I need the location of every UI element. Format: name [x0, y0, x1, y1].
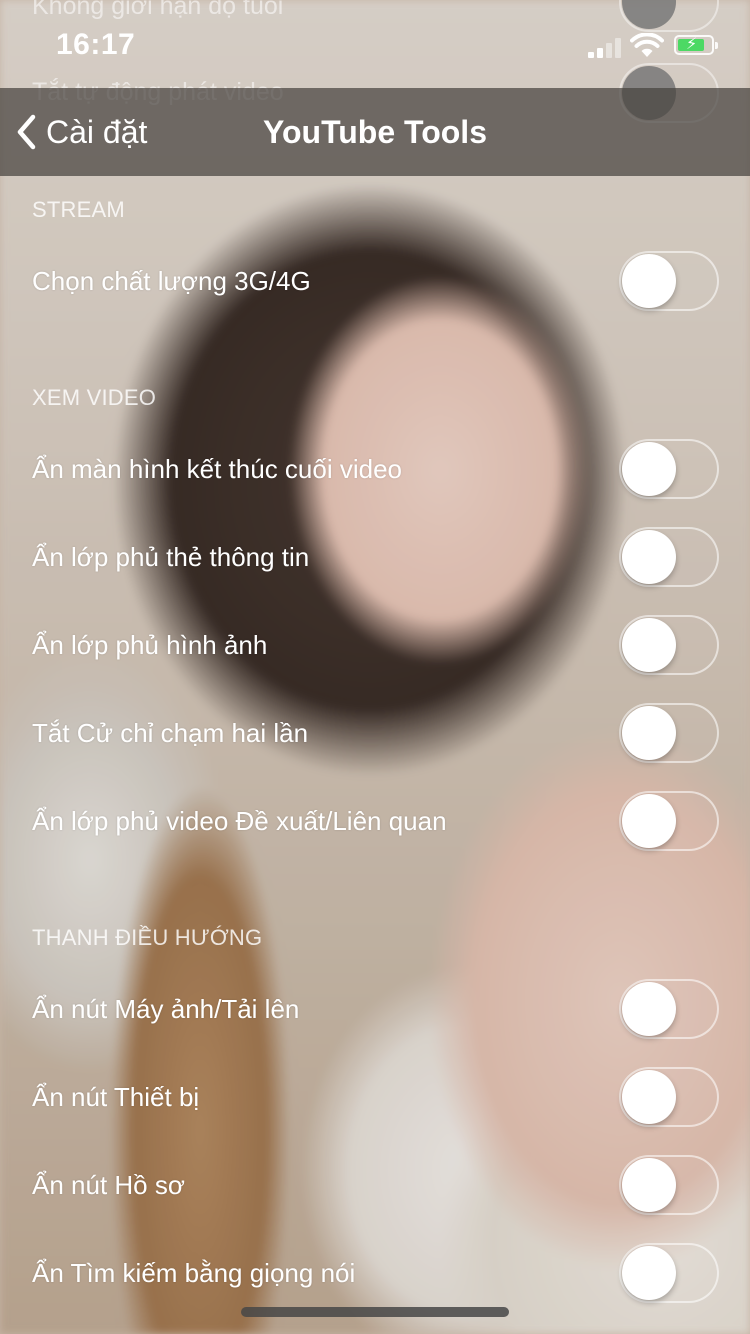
setting-label: Ẩn lớp phủ thẻ thông tin [32, 542, 310, 572]
section-header-thanh-dieu-huong: THANH ĐIỀU HƯỚNG [32, 925, 263, 950]
setting-label: Tắt Cử chỉ chạm hai lần [32, 718, 309, 748]
setting-label: Ẩn nút Máy ảnh/Tải lên [32, 994, 300, 1024]
status-time: 16:17 [56, 28, 136, 61]
settings-row: Ẩn lớp phủ video Đề xuất/Liên quan [0, 777, 750, 865]
charging-bolt-icon: ⚡ [686, 36, 698, 53]
toggle-knob [622, 530, 676, 584]
setting-label: Ẩn màn hình kết thúc cuối video [32, 454, 403, 484]
setting-toggle[interactable] [619, 1243, 719, 1303]
setting-label: Ẩn lớp phủ hình ảnh [32, 630, 268, 660]
toggle-knob [622, 1246, 676, 1300]
setting-toggle[interactable] [619, 527, 719, 587]
toggle-knob [622, 794, 676, 848]
home-indicator[interactable] [241, 1307, 509, 1317]
settings-row: Ẩn màn hình kết thúc cuối video [0, 425, 750, 513]
settings-row: Ẩn nút Hồ sơ [0, 1141, 750, 1229]
section-header-xem-video: XEM VIDEO [32, 385, 157, 410]
toggle-knob [622, 254, 676, 308]
setting-toggle[interactable] [619, 251, 719, 311]
status-bar: 16:17 ⚡ [0, 0, 750, 88]
setting-toggle[interactable] [619, 439, 719, 499]
setting-toggle[interactable] [619, 703, 719, 763]
settings-row: Tắt Cử chỉ chạm hai lần [0, 689, 750, 777]
toggle-knob [622, 618, 676, 672]
toggle-knob [622, 442, 676, 496]
toggle-knob [622, 1070, 676, 1124]
setting-label: Ẩn nút Hồ sơ [32, 1170, 185, 1200]
setting-toggle[interactable] [619, 1067, 719, 1127]
toggle-knob [622, 1158, 676, 1212]
setting-label: Ẩn lớp phủ video Đề xuất/Liên quan [32, 806, 447, 836]
settings-row: Ẩn nút Thiết bị [0, 1053, 750, 1141]
toggle-knob [622, 706, 676, 760]
battery-charging-icon: ⚡ [674, 35, 718, 55]
settings-row: Ẩn lớp phủ hình ảnh [0, 601, 750, 689]
setting-toggle[interactable] [619, 979, 719, 1039]
wifi-icon [630, 32, 664, 64]
settings-row: Chọn chất lượng 3G/4G [0, 237, 750, 325]
settings-row: Ẩn lớp phủ thẻ thông tin [0, 513, 750, 601]
toggle-knob [622, 982, 676, 1036]
setting-toggle[interactable] [619, 1155, 719, 1215]
battery-nub [715, 42, 718, 49]
settings-row: Ẩn Tìm kiếm bằng giọng nói [0, 1229, 750, 1317]
setting-label: Ẩn nút Thiết bị [32, 1082, 200, 1112]
screen: Không giới hạn độ tuổi Tắt tự động phát … [0, 0, 750, 1334]
setting-label: Chọn chất lượng 3G/4G [32, 266, 311, 296]
setting-toggle[interactable] [619, 615, 719, 675]
cellular-signal-icon [588, 38, 624, 58]
setting-toggle[interactable] [619, 791, 719, 851]
setting-label: Ẩn Tìm kiếm bằng giọng nói [32, 1258, 356, 1288]
page-title: YouTube Tools [263, 114, 487, 150]
settings-row: Ẩn nút Máy ảnh/Tải lên [0, 965, 750, 1053]
section-header-stream: STREAM [32, 197, 125, 222]
navigation-bar: Cài đặt YouTube Tools [0, 88, 750, 176]
